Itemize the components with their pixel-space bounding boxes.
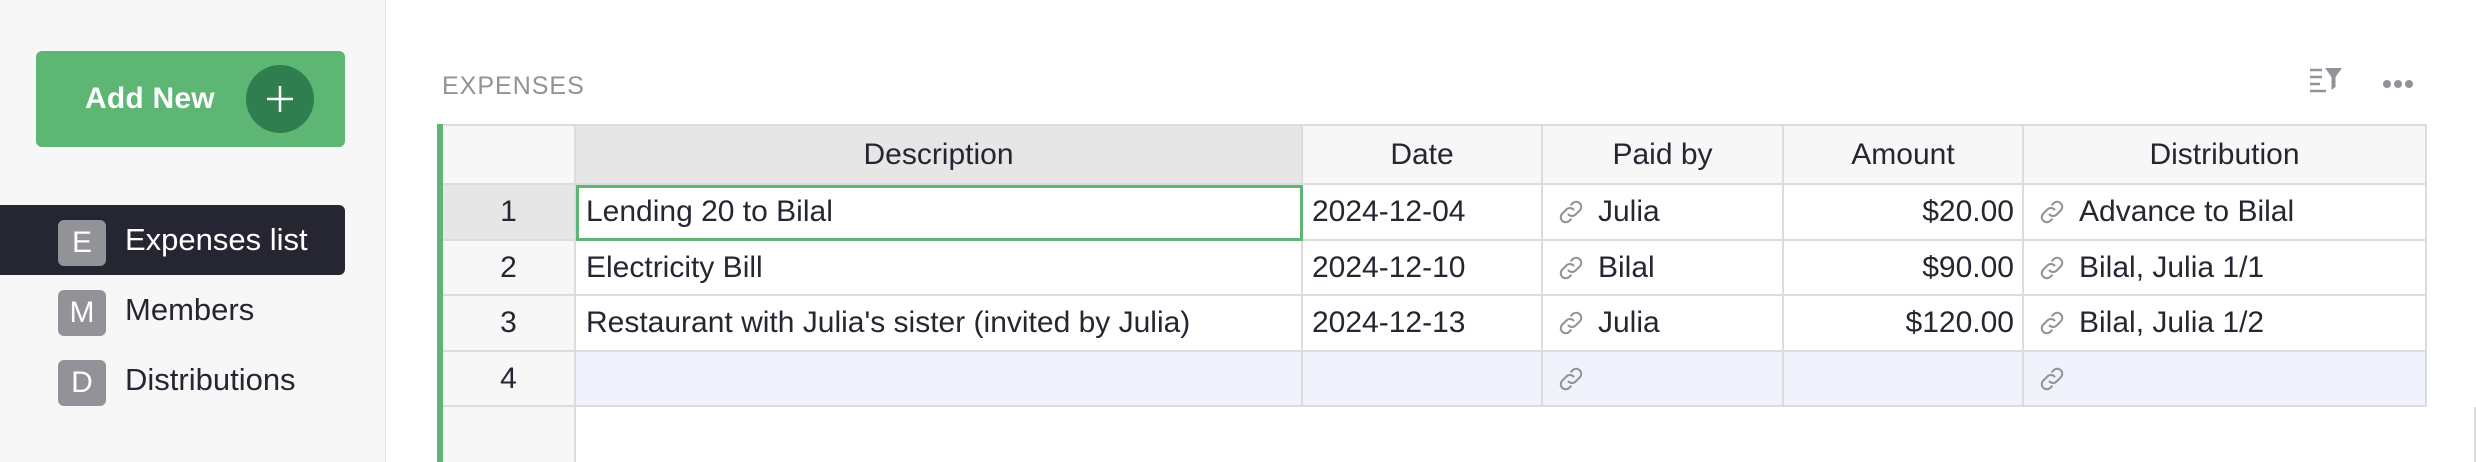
- link-icon: [1559, 200, 1583, 224]
- reference-value: Julia: [1598, 195, 1660, 228]
- row-number[interactable]: 2: [443, 241, 576, 296]
- page-item-expenses-list[interactable]: E Expenses list: [0, 205, 345, 275]
- row-number[interactable]: 4: [443, 352, 576, 407]
- paid-by-cell[interactable]: [1543, 352, 1784, 407]
- expenses-table: Description Date Paid by Amount Distribu…: [437, 124, 2476, 462]
- link-icon: [1559, 367, 1583, 390]
- distribution-cell[interactable]: Bilal, Julia 1/2: [2024, 296, 2427, 352]
- column-header-paid-by[interactable]: Paid by: [1543, 124, 1784, 185]
- page-item-distributions[interactable]: D Distributions: [0, 345, 345, 415]
- distribution-cell[interactable]: Bilal, Julia 1/1: [2024, 241, 2427, 296]
- description-cell[interactable]: Lending 20 to Bilal: [576, 185, 1303, 241]
- add-new-button[interactable]: Add New: [36, 51, 345, 147]
- row-number[interactable]: 1: [443, 185, 576, 241]
- column-header-description[interactable]: Description: [576, 124, 1303, 185]
- amount-cell[interactable]: $120.00: [1784, 296, 2024, 352]
- link-icon: [2040, 256, 2064, 279]
- date-cell[interactable]: 2024-12-10: [1303, 241, 1543, 296]
- page-initial-badge: M: [58, 290, 106, 336]
- page-name: Expenses list: [125, 222, 308, 257]
- row-number[interactable]: 3: [443, 296, 576, 352]
- distribution-cell[interactable]: Advance to Bilal: [2024, 185, 2427, 241]
- date-cell[interactable]: 2024-12-04: [1303, 185, 1543, 241]
- page-item-members[interactable]: M Members: [0, 275, 345, 345]
- table-header-row: Description Date Paid by Amount Distribu…: [443, 124, 2476, 185]
- description-cell[interactable]: [576, 352, 1303, 407]
- amount-cell[interactable]: [1784, 352, 2024, 407]
- date-cell[interactable]: [1303, 352, 1543, 407]
- more-options-icon[interactable]: [2382, 76, 2414, 94]
- reference-value: Bilal, Julia 1/1: [2079, 250, 2265, 284]
- sort-filter-icon[interactable]: [2308, 66, 2344, 101]
- paid-by-cell[interactable]: Julia: [1543, 296, 1784, 352]
- description-cell[interactable]: Electricity Bill: [576, 241, 1303, 296]
- link-icon: [2040, 200, 2064, 224]
- row-number-gutter: [443, 407, 576, 462]
- page-initial-badge: D: [58, 360, 106, 406]
- page-list: E Expenses list M Members D Distribution…: [0, 205, 386, 415]
- description-cell[interactable]: Restaurant with Julia's sister (invited …: [576, 296, 1303, 352]
- link-icon: [1559, 256, 1583, 279]
- paid-by-cell[interactable]: Julia: [1543, 185, 1784, 241]
- section-title: EXPENSES: [442, 72, 585, 100]
- reference-value: Bilal, Julia 1/2: [2079, 306, 2265, 339]
- link-icon: [2040, 367, 2064, 390]
- page-initial-badge: E: [58, 220, 106, 266]
- add-new-label: Add New: [85, 82, 215, 115]
- date-cell[interactable]: 2024-12-13: [1303, 296, 1543, 352]
- table-row: 1 Lending 20 to Bilal 2024-12-04 Julia $…: [443, 185, 2476, 241]
- page-name: Distributions: [125, 362, 296, 397]
- link-icon: [1559, 311, 1583, 335]
- table-row: 2 Electricity Bill 2024-12-10 Bilal $90.…: [443, 241, 2476, 296]
- reference-value: Bilal: [1598, 250, 1655, 284]
- column-header-date[interactable]: Date: [1303, 124, 1543, 185]
- column-header-distribution[interactable]: Distribution: [2024, 124, 2427, 185]
- reference-value: Julia: [1598, 306, 1660, 339]
- paid-by-cell[interactable]: Bilal: [1543, 241, 1784, 296]
- distribution-cell[interactable]: [2024, 352, 2427, 407]
- left-panel: Add New E Expenses list M Members D Dist…: [0, 0, 386, 462]
- page-name: Members: [125, 292, 255, 327]
- link-icon: [2040, 311, 2064, 335]
- reference-value: Advance to Bilal: [2079, 195, 2295, 228]
- add-row: 4: [443, 352, 2476, 407]
- corner-cell[interactable]: [443, 124, 576, 185]
- amount-cell[interactable]: $90.00: [1784, 241, 2024, 296]
- column-header-amount[interactable]: Amount: [1784, 124, 2024, 185]
- plus-icon: [246, 65, 314, 133]
- table-row: 3 Restaurant with Julia's sister (invite…: [443, 296, 2476, 352]
- amount-cell[interactable]: $20.00: [1784, 185, 2024, 241]
